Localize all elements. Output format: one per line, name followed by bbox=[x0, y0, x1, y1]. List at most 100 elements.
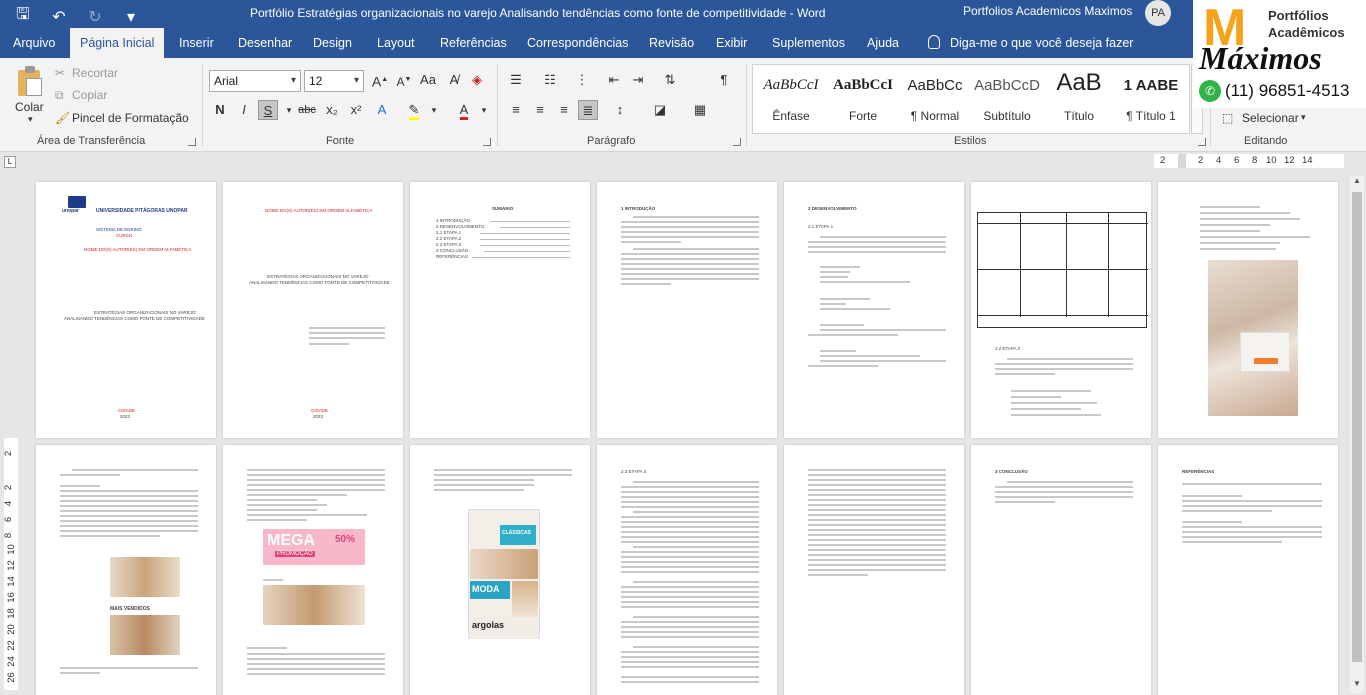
tab-exibir[interactable]: Exibir bbox=[716, 28, 747, 58]
page-table[interactable]: 2.2 ETAPA 2 bbox=[971, 182, 1151, 438]
format-painter-button[interactable]: Pincel de Formatação bbox=[72, 111, 189, 125]
cut-icon[interactable]: ✂ bbox=[55, 66, 65, 80]
tab-selector-icon[interactable]: L bbox=[4, 156, 16, 168]
superscript-button[interactable]: x² bbox=[346, 100, 366, 120]
ruler-mark: 20 bbox=[5, 624, 17, 635]
line-spacing-icon[interactable]: ↕ bbox=[610, 100, 630, 120]
styles-launcher-icon[interactable] bbox=[1198, 138, 1206, 146]
select-dropdown-icon[interactable]: ▾ bbox=[1301, 112, 1306, 123]
style-titulo[interactable]: AaB Título bbox=[1043, 65, 1115, 133]
borders-icon[interactable]: ▦ bbox=[690, 100, 710, 120]
shrink-font-icon[interactable]: A▼ bbox=[394, 70, 414, 90]
tab-suplementos[interactable]: Suplementos bbox=[772, 28, 845, 58]
page-development[interactable]: 2 DESENVOLVIMENTO 2.1 ETAPA 1 bbox=[784, 182, 964, 438]
vertical-scrollbar[interactable]: ▲ ▼ bbox=[1350, 176, 1364, 693]
page-title-page[interactable]: NOME DO(S) AUTOR(ES) EM ORDEM ALFABÉTICA… bbox=[223, 182, 403, 438]
tell-me-search[interactable]: Diga-me o que você deseja fazer bbox=[928, 28, 1133, 58]
numbering-icon[interactable]: ☷ bbox=[540, 70, 560, 90]
vertical-ruler[interactable]: 2 2 4 6 8 10 12 14 16 18 20 22 24 26 bbox=[3, 438, 18, 690]
increase-indent-icon[interactable]: ⇥ bbox=[628, 70, 648, 90]
decrease-indent-icon[interactable]: ⇤ bbox=[604, 70, 624, 90]
page-etapa3[interactable]: 2.3 ETAPA 3 bbox=[597, 445, 777, 695]
copy-button[interactable]: Copiar bbox=[72, 88, 107, 102]
tab-pagina-inicial[interactable]: Página Inicial bbox=[70, 28, 165, 58]
underline-button[interactable]: S bbox=[258, 100, 278, 120]
collection-photo bbox=[470, 549, 538, 579]
font-launcher-icon[interactable] bbox=[483, 138, 491, 146]
horizontal-ruler[interactable]: 2 2 4 6 8 10 12 14 bbox=[1154, 154, 1344, 168]
page-conclusion[interactable]: 3 CONCLUSÃO bbox=[971, 445, 1151, 695]
ruler-indent-icon[interactable] bbox=[1178, 154, 1186, 168]
change-case-icon[interactable]: Aa bbox=[418, 70, 438, 90]
font-color-icon[interactable]: A bbox=[454, 100, 474, 120]
save-icon[interactable]: 🖫 bbox=[12, 3, 34, 30]
avatar[interactable]: PA bbox=[1145, 0, 1171, 26]
show-marks-icon[interactable]: ¶ bbox=[714, 70, 734, 90]
font-color-dropdown-icon[interactable]: ▾ bbox=[474, 100, 494, 120]
font-name-combo[interactable]: Arial bbox=[209, 70, 301, 92]
page-summary[interactable]: SUMÁRIO 1 INTRODUÇÃO 2 DESENVOLVIMENTO 2… bbox=[410, 182, 590, 438]
style-subtitulo[interactable]: AaBbCcD Subtítulo bbox=[971, 65, 1043, 133]
font-effects-icon[interactable]: A bbox=[372, 100, 392, 120]
select-icon[interactable]: ⬚ bbox=[1222, 111, 1233, 125]
align-right-icon[interactable]: ≡ bbox=[554, 100, 574, 120]
align-center-icon[interactable]: ≡ bbox=[530, 100, 550, 120]
page-promotion[interactable]: MEGA PROMOÇÃO 50% bbox=[223, 445, 403, 695]
style-normal[interactable]: AaBbCc ¶ Normal bbox=[899, 65, 971, 133]
style-forte[interactable]: AaBbCcI Forte bbox=[827, 65, 899, 133]
shading-icon[interactable]: ◪ bbox=[650, 100, 670, 120]
highlight-icon[interactable]: ✎ bbox=[404, 100, 424, 120]
tab-inserir[interactable]: Inserir bbox=[179, 28, 214, 58]
italic-button[interactable]: I bbox=[234, 100, 254, 120]
justify-icon[interactable]: ≣ bbox=[578, 100, 598, 120]
page-references[interactable]: REFERÊNCIAS bbox=[1158, 445, 1338, 695]
page-etapa3-continued[interactable] bbox=[784, 445, 964, 695]
customize-qat-icon[interactable]: ▾ bbox=[120, 7, 142, 27]
bold-button[interactable]: N bbox=[210, 100, 230, 120]
tab-revisao[interactable]: Revisão bbox=[649, 28, 694, 58]
cut-button[interactable]: Recortar bbox=[72, 66, 118, 80]
paste-icon[interactable] bbox=[16, 66, 44, 98]
user-name[interactable]: Portfolios Academicos Maximos bbox=[963, 4, 1132, 18]
tab-design[interactable]: Design bbox=[313, 28, 352, 58]
align-left-icon[interactable]: ≡ bbox=[506, 100, 526, 120]
tab-desenhar[interactable]: Desenhar bbox=[238, 28, 292, 58]
scroll-up-icon[interactable]: ▲ bbox=[1350, 176, 1364, 190]
format-painter-icon[interactable]: 🖌 bbox=[55, 111, 70, 125]
clear-formatting-icon[interactable]: A̸ bbox=[444, 70, 464, 90]
tab-ajuda[interactable]: Ajuda bbox=[867, 28, 899, 58]
document-title: Portfólio Estratégias organizacionais no… bbox=[250, 6, 826, 20]
page-instagram[interactable]: CLÁSSICAS MODA argolas bbox=[410, 445, 590, 695]
copy-icon[interactable]: ⧉ bbox=[55, 88, 64, 103]
scroll-down-icon[interactable]: ▼ bbox=[1350, 679, 1364, 693]
clipboard-launcher-icon[interactable] bbox=[188, 138, 196, 146]
undo-icon[interactable]: ↶ bbox=[48, 7, 70, 27]
page-introduction[interactable]: 1 INTRODUÇÃO bbox=[597, 182, 777, 438]
tab-layout[interactable]: Layout bbox=[377, 28, 415, 58]
style-titulo-1[interactable]: 1 AABE ¶ Título 1 bbox=[1115, 65, 1187, 133]
grow-font-icon[interactable]: A▲ bbox=[370, 70, 390, 90]
bullets-icon[interactable]: ☰ bbox=[506, 70, 526, 90]
page-etapa2-examples[interactable]: MAIS VENDIDOS bbox=[36, 445, 216, 695]
underline-dropdown-icon[interactable]: ▾ bbox=[279, 100, 299, 120]
scroll-thumb[interactable] bbox=[1352, 192, 1362, 662]
select-button[interactable]: Selecionar bbox=[1242, 111, 1299, 125]
strikethrough-button[interactable]: abc bbox=[297, 100, 317, 120]
sort-icon[interactable]: ⇅ bbox=[660, 70, 680, 90]
redo-icon[interactable]: ↻ bbox=[84, 7, 106, 27]
subscript-button[interactable]: x₂ bbox=[322, 100, 342, 120]
tab-correspondencias[interactable]: Correspondências bbox=[527, 28, 628, 58]
tab-referencias[interactable]: Referências bbox=[440, 28, 507, 58]
font-size-combo[interactable]: 12 bbox=[304, 70, 364, 92]
paste-button[interactable]: Colar bbox=[15, 100, 44, 114]
ruler-mark: 16 bbox=[5, 592, 17, 603]
multilevel-list-icon[interactable]: ⋮ bbox=[572, 70, 592, 90]
page-questions[interactable] bbox=[1158, 182, 1338, 438]
style-enfase[interactable]: AaBbCcI Ênfase bbox=[755, 65, 827, 133]
tab-arquivo[interactable]: Arquivo bbox=[13, 28, 55, 58]
page-cover[interactable]: unopar UNIVERSIDADE PITÁGORAS UNOPAR SIS… bbox=[36, 182, 216, 438]
text-effects-icon[interactable]: ◈ bbox=[467, 70, 487, 90]
paragraph-launcher-icon[interactable] bbox=[733, 138, 741, 146]
paste-dropdown-icon[interactable]: ▾ bbox=[28, 114, 33, 125]
highlight-dropdown-icon[interactable]: ▾ bbox=[424, 100, 444, 120]
